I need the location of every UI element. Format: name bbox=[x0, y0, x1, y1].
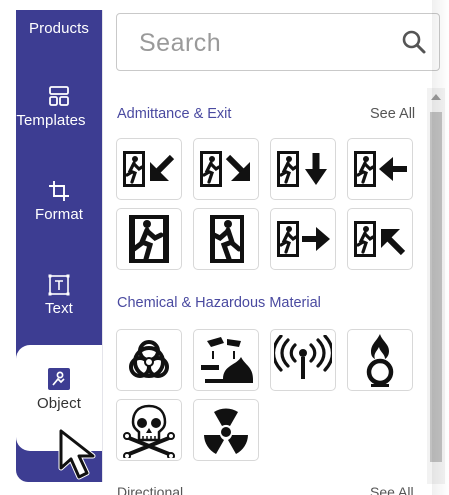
non-ionizing-radiation-sign[interactable] bbox=[270, 329, 336, 391]
search-placeholder: Search bbox=[139, 29, 222, 57]
sidebar-item-label: Object bbox=[37, 395, 81, 412]
section-title-admittance-exit: Admittance & Exit bbox=[117, 106, 232, 122]
exit-man-arrow-icon bbox=[354, 151, 407, 187]
corrosive-sign[interactable] bbox=[193, 329, 259, 391]
exit-man-arrow-icon bbox=[277, 151, 327, 187]
sidebar-item-label: Products bbox=[29, 20, 89, 37]
exit-left-sign[interactable] bbox=[347, 138, 413, 200]
see-all-link[interactable]: See All bbox=[370, 106, 415, 122]
sidebar-item-format[interactable]: Format bbox=[16, 180, 102, 223]
search-icon[interactable] bbox=[401, 29, 427, 55]
non-ionizing-radiation-icon bbox=[274, 335, 332, 379]
templates-icon bbox=[49, 86, 69, 106]
sidebar-item-label: Text bbox=[45, 300, 73, 317]
section-title-chemical-hazardous: Chemical & Hazardous Material bbox=[117, 295, 321, 311]
skull-crossbones-icon bbox=[123, 404, 175, 458]
exit-right-sign[interactable] bbox=[270, 208, 336, 270]
object-icon bbox=[48, 368, 70, 390]
exit-down-left-sign[interactable] bbox=[116, 138, 182, 200]
products-icon bbox=[49, 4, 68, 10]
running-man-door-icon bbox=[210, 215, 244, 263]
mouse-pointer-icon bbox=[58, 428, 96, 480]
exit-down-right-sign[interactable] bbox=[193, 138, 259, 200]
exit-up-left-sign[interactable] bbox=[347, 208, 413, 270]
exit-man-arrow-icon bbox=[123, 151, 175, 187]
app-frame: Products Templates Format Text Object Se… bbox=[0, 0, 449, 495]
sidebar: Products Templates Format Text Object bbox=[16, 4, 102, 482]
sidebar-item-label: Templates bbox=[16, 112, 86, 129]
running-man-door-icon bbox=[129, 215, 169, 263]
radiation-sign[interactable] bbox=[193, 399, 259, 461]
text-box-icon bbox=[48, 274, 70, 296]
skull-crossbones-sign[interactable] bbox=[116, 399, 182, 461]
crop-icon bbox=[49, 181, 69, 201]
flame-over-circle-icon bbox=[366, 334, 394, 387]
exit-running-man-door-right-sign[interactable] bbox=[193, 208, 259, 270]
exit-man-arrow-icon bbox=[354, 221, 406, 257]
sidebar-item-templates[interactable]: Templates bbox=[16, 84, 102, 129]
oxidizer-sign[interactable] bbox=[347, 329, 413, 391]
section-title-directional: Directional bbox=[117, 484, 184, 495]
corrosive-icon bbox=[201, 337, 253, 383]
see-all-link[interactable]: See All bbox=[370, 484, 414, 495]
biohazard-sign[interactable] bbox=[116, 329, 182, 391]
biohazard-icon bbox=[129, 340, 169, 378]
panel-shadow bbox=[432, 0, 449, 495]
sidebar-item-object-content: Object bbox=[16, 367, 102, 412]
sidebar-item-products[interactable]: Products bbox=[16, 4, 102, 37]
exit-running-man-door-left-sign[interactable] bbox=[116, 208, 182, 270]
radiation-trefoil-icon bbox=[204, 408, 248, 454]
sidebar-item-text[interactable]: Text bbox=[16, 274, 102, 317]
exit-man-arrow-icon bbox=[277, 221, 330, 257]
sidebar-item-label: Format bbox=[34, 206, 84, 223]
exit-man-arrow-icon bbox=[200, 151, 250, 187]
search-input[interactable]: Search bbox=[116, 13, 440, 71]
exit-down-sign[interactable] bbox=[270, 138, 336, 200]
